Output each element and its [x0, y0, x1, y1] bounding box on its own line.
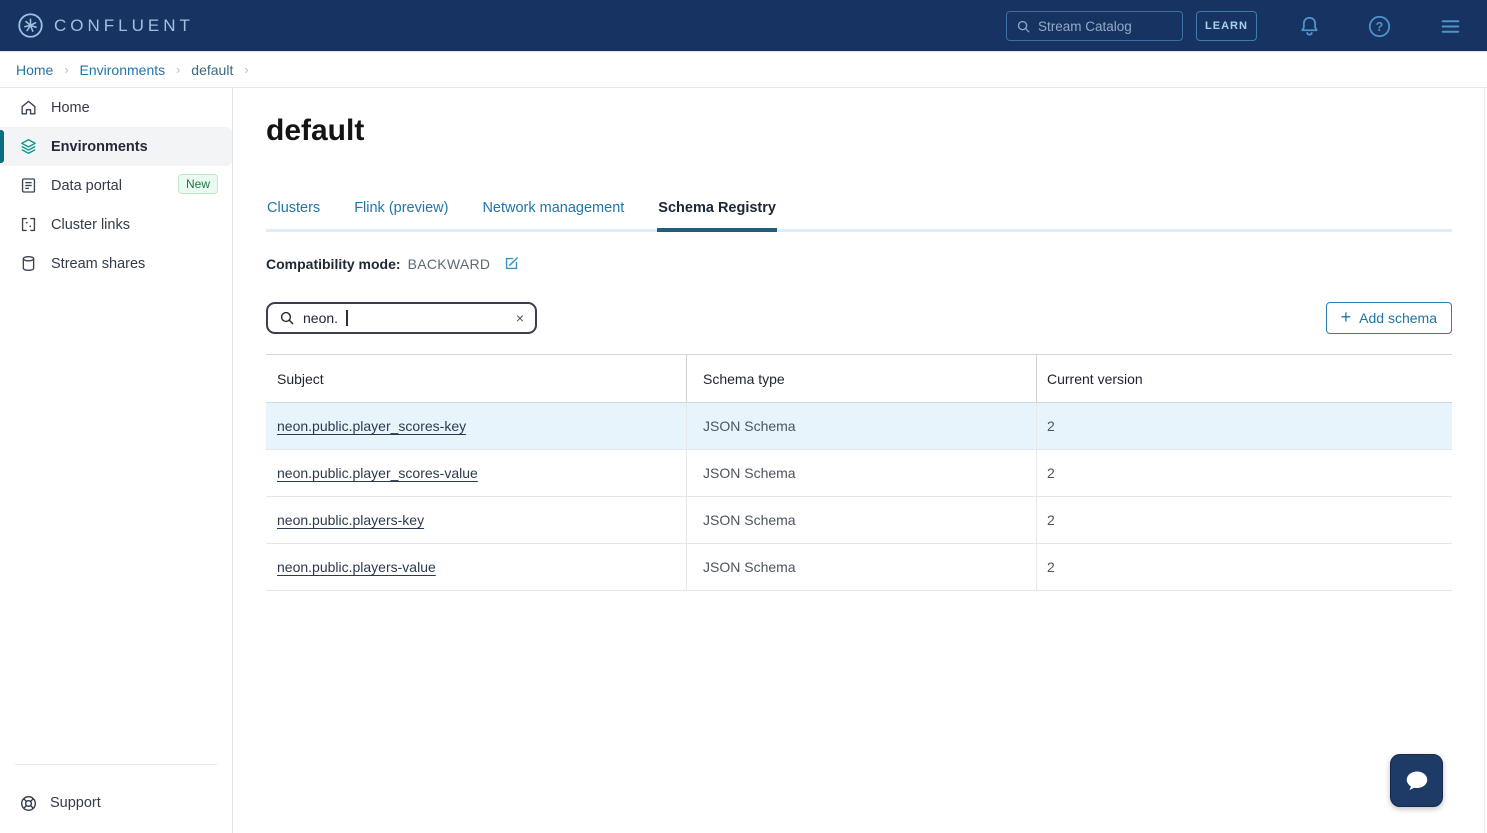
- navbar-right-group: LEARN ?: [1006, 0, 1487, 52]
- brand-name: CONFLUENT: [54, 16, 194, 36]
- schemas-table: Subject Schema type Current version neon…: [266, 354, 1452, 591]
- table-row[interactable]: neon.public.players-value JSON Schema 2: [266, 544, 1452, 591]
- cluster-links-icon: [19, 215, 38, 234]
- confluent-logo[interactable]: CONFLUENT: [17, 12, 194, 39]
- plus-icon: +: [1341, 307, 1352, 328]
- learn-button[interactable]: LEARN: [1196, 11, 1257, 41]
- chevron-right-icon: ›: [244, 63, 248, 77]
- page-title: default: [266, 114, 364, 148]
- column-header-subject: Subject: [266, 355, 687, 402]
- column-header-schema-type: Schema type: [687, 355, 1037, 402]
- chat-support-button[interactable]: [1390, 754, 1443, 807]
- tab-schema-registry[interactable]: Schema Registry: [657, 196, 777, 232]
- active-indicator-bar: [0, 130, 4, 163]
- home-icon: [19, 98, 38, 117]
- hamburger-menu-icon[interactable]: [1438, 14, 1463, 39]
- sidebar-item-label: Stream shares: [51, 256, 145, 272]
- tab-clusters[interactable]: Clusters: [266, 196, 321, 229]
- support-label: Support: [50, 795, 101, 811]
- database-cylinder-icon: [19, 254, 38, 273]
- breadcrumb: Home › Environments › default ›: [0, 52, 1487, 88]
- add-schema-label: Add schema: [1359, 310, 1437, 326]
- subject-link[interactable]: neon.public.players-value: [277, 559, 436, 575]
- text-cursor: [346, 310, 348, 326]
- sidebar-divider: [15, 764, 217, 765]
- breadcrumb-home[interactable]: Home: [16, 62, 53, 78]
- sidebar-item-label: Home: [51, 100, 90, 116]
- scrollbar-track[interactable]: [1484, 88, 1485, 833]
- schema-type-cell: JSON Schema: [687, 544, 1037, 590]
- svg-text:?: ?: [1376, 19, 1384, 33]
- subject-link[interactable]: neon.public.player_scores-key: [277, 418, 466, 434]
- add-schema-button[interactable]: + Add schema: [1326, 302, 1452, 334]
- schema-search-input[interactable]: neon. ×: [266, 302, 537, 334]
- table-row[interactable]: neon.public.player_scores-key JSON Schem…: [266, 403, 1452, 450]
- sidebar-item-support[interactable]: Support: [0, 783, 232, 823]
- tab-bar: Clusters Flink (preview) Network managem…: [266, 196, 1452, 232]
- new-badge: New: [178, 174, 218, 194]
- table-row[interactable]: neon.public.player_scores-value JSON Sch…: [266, 450, 1452, 497]
- sidebar-item-stream-shares[interactable]: Stream shares: [0, 244, 232, 283]
- current-version-cell: 2: [1037, 403, 1452, 449]
- main-content: default Clusters Flink (preview) Network…: [233, 88, 1487, 833]
- breadcrumb-environments[interactable]: Environments: [80, 62, 166, 78]
- sidebar-item-label: Cluster links: [51, 217, 130, 233]
- tab-network-management[interactable]: Network management: [481, 196, 625, 229]
- sidebar-item-data-portal[interactable]: Data portal New: [0, 166, 232, 205]
- table-header: Subject Schema type Current version: [266, 354, 1452, 403]
- sidebar: Home Environments Data portal New: [0, 88, 233, 833]
- confluent-spark-icon: [17, 12, 44, 39]
- sidebar-item-cluster-links[interactable]: Cluster links: [0, 205, 232, 244]
- clear-search-icon[interactable]: ×: [516, 311, 524, 325]
- breadcrumb-default[interactable]: default: [191, 62, 233, 78]
- column-header-current-version: Current version: [1037, 355, 1452, 402]
- subject-link[interactable]: neon.public.players-key: [277, 512, 424, 528]
- table-row[interactable]: neon.public.players-key JSON Schema 2: [266, 497, 1452, 544]
- search-icon: [1016, 19, 1031, 34]
- schema-type-cell: JSON Schema: [687, 450, 1037, 496]
- top-navbar: CONFLUENT LEARN ?: [0, 0, 1487, 52]
- tab-flink-preview[interactable]: Flink (preview): [353, 196, 449, 229]
- sidebar-item-label: Environments: [51, 139, 148, 155]
- current-version-cell: 2: [1037, 544, 1452, 590]
- stream-catalog-search[interactable]: [1006, 11, 1183, 41]
- sidebar-item-home[interactable]: Home: [0, 88, 232, 127]
- toolbar: neon. × + Add schema: [266, 302, 1452, 334]
- subject-link[interactable]: neon.public.player_scores-value: [277, 465, 478, 481]
- sidebar-item-label: Data portal: [51, 178, 122, 194]
- document-icon: [19, 176, 38, 195]
- edit-compatibility-icon[interactable]: [503, 255, 520, 272]
- search-input-value: neon.: [303, 310, 338, 326]
- help-icon[interactable]: ?: [1367, 14, 1392, 39]
- stream-catalog-input[interactable]: [1038, 19, 1168, 34]
- current-version-cell: 2: [1037, 497, 1452, 543]
- schema-type-cell: JSON Schema: [687, 403, 1037, 449]
- lifebuoy-icon: [19, 794, 38, 813]
- compatibility-mode-row: Compatibility mode: BACKWARD: [266, 255, 520, 272]
- chat-bubble-icon: [1402, 766, 1432, 796]
- chevron-right-icon: ›: [64, 63, 68, 77]
- compatibility-mode-value: BACKWARD: [408, 256, 491, 272]
- current-version-cell: 2: [1037, 450, 1452, 496]
- compatibility-mode-label: Compatibility mode:: [266, 256, 401, 272]
- sidebar-item-environments[interactable]: Environments: [0, 127, 232, 166]
- schema-type-cell: JSON Schema: [687, 497, 1037, 543]
- layers-icon: [19, 137, 38, 156]
- chevron-right-icon: ›: [176, 63, 180, 77]
- notifications-bell-icon[interactable]: [1297, 14, 1322, 39]
- search-icon: [279, 310, 295, 326]
